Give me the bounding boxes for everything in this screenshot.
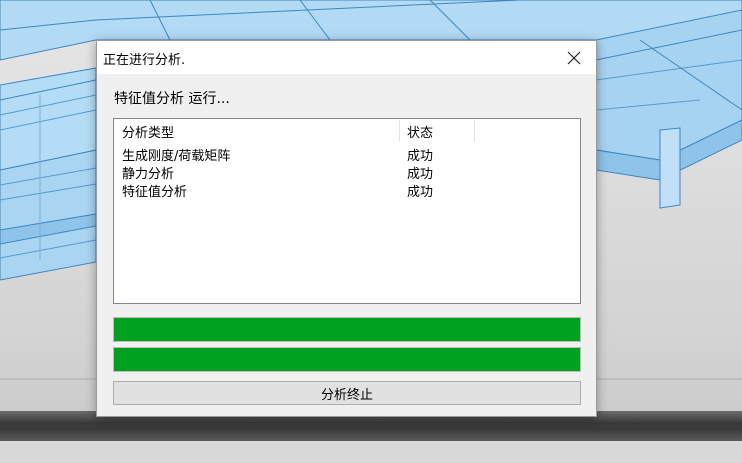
close-button[interactable] xyxy=(552,41,596,74)
stop-analysis-button[interactable]: 分析终止 xyxy=(113,381,581,405)
analysis-progress-dialog: 正在进行分析. 特征值分析 运行... 分析类型 状态 生成刚度/荷载矩阵 成功… xyxy=(96,40,597,417)
dialog-title: 正在进行分析. xyxy=(103,53,186,68)
analysis-type-cell: 生成刚度/荷载矩阵 xyxy=(122,149,231,164)
analysis-status-cell: 成功 xyxy=(407,167,434,182)
overall-progress-fill xyxy=(114,318,580,341)
analysis-status-text: 特征值分析 运行... xyxy=(114,91,230,107)
list-item[interactable]: 生成刚度/荷载矩阵 成功 xyxy=(114,145,580,164)
analysis-status-cell: 成功 xyxy=(407,185,434,200)
list-item[interactable]: 静力分析 成功 xyxy=(114,163,580,182)
current-progress-bar xyxy=(113,347,581,372)
overall-progress-bar xyxy=(113,317,581,342)
close-icon xyxy=(567,51,581,64)
list-header: 分析类型 状态 xyxy=(114,119,580,142)
dialog-titlebar[interactable]: 正在进行分析. xyxy=(97,41,596,74)
analysis-type-cell: 特征值分析 xyxy=(122,185,188,200)
current-progress-fill xyxy=(114,348,580,371)
column-divider[interactable] xyxy=(399,120,400,142)
analysis-status-cell: 成功 xyxy=(407,149,434,164)
column-header-status[interactable]: 状态 xyxy=(407,122,433,141)
analysis-list[interactable]: 分析类型 状态 生成刚度/荷载矩阵 成功 静力分析 成功 特征值分析 成功 xyxy=(113,118,581,304)
column-header-analysis-type[interactable]: 分析类型 xyxy=(122,122,174,141)
analysis-type-cell: 静力分析 xyxy=(122,167,175,182)
list-item[interactable]: 特征值分析 成功 xyxy=(114,181,580,200)
viewport-footer xyxy=(0,441,742,463)
column-divider[interactable] xyxy=(474,120,475,142)
